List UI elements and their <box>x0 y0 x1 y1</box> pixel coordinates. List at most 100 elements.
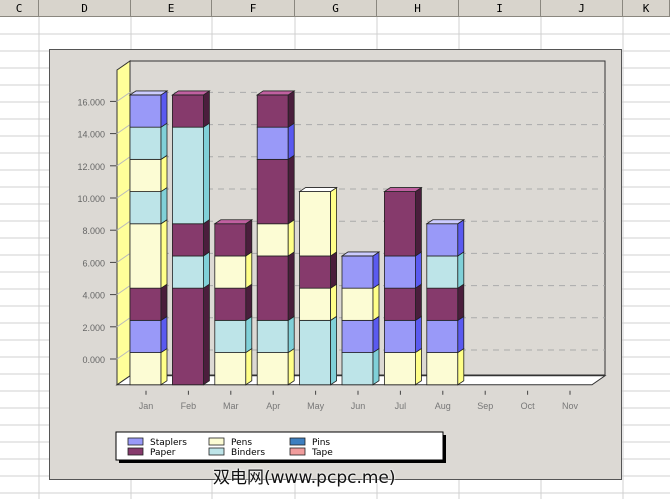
bar-side-pens <box>245 347 253 386</box>
bar-side-staplers <box>414 315 422 354</box>
bar-side-pens <box>160 219 168 289</box>
bar-side-paper <box>245 283 253 322</box>
bar-side-paper <box>414 186 422 257</box>
bar-side-staplers <box>457 219 465 257</box>
bar-side-paper <box>414 283 422 322</box>
x-tick-label: Aug <box>435 401 451 411</box>
bar-side-staplers <box>287 122 295 161</box>
stacked-bar-chart[interactable]: 0.000 2.000 4.000 6.000 8.000 10.000 12.000 14.… <box>49 49 623 480</box>
bar-segment-paper <box>214 223 247 257</box>
legend-label-staplers: Staplers <box>150 438 187 448</box>
bar-segment-pens <box>426 352 459 386</box>
bar-segment-paper <box>383 191 416 257</box>
bar-segment-paper <box>214 287 247 321</box>
bar-side-pens <box>372 283 380 322</box>
y-tick-label: 10.000 <box>77 194 105 204</box>
x-tick-label: Jun <box>351 401 366 411</box>
bar-segment-binders <box>341 352 374 386</box>
bar-segment-paper <box>172 94 204 128</box>
legend-swatch-paper <box>127 447 144 456</box>
bar-side-binders <box>372 347 380 386</box>
watermark: 双电网(www.pcpc.me) <box>213 468 396 488</box>
x-tick-label: Jul <box>395 401 407 411</box>
bar-top <box>255 90 296 96</box>
y-tick-label: 6.000 <box>82 258 105 268</box>
bar-top <box>213 219 254 225</box>
bar-segment-pens <box>214 352 247 386</box>
bar-side-pens <box>330 283 338 322</box>
bar-side-paper <box>287 90 295 128</box>
y-tick-label: 16.000 <box>77 97 105 107</box>
bar-segment-binders <box>172 255 204 289</box>
bar-side-paper <box>287 251 295 322</box>
bar-side-binders <box>287 315 295 354</box>
bar-side-paper <box>202 283 210 386</box>
bar-segment-staplers <box>383 255 416 289</box>
legend-swatch-binders <box>208 447 225 456</box>
bar-side-pens <box>287 219 295 257</box>
column-header-I[interactable]: I <box>459 0 541 17</box>
bar-segment-binders <box>172 126 204 225</box>
bar-segment-staplers <box>341 319 374 353</box>
bar-segment-staplers <box>341 255 374 289</box>
column-header-G[interactable]: G <box>295 0 377 17</box>
bar-side-paper <box>245 219 253 257</box>
bar-side-binders <box>160 122 168 161</box>
column-header-C[interactable]: C <box>0 0 39 17</box>
bar-segment-pens <box>299 191 332 257</box>
bar-segment-paper <box>426 287 459 321</box>
x-tick-label: Jan <box>139 401 154 411</box>
bar-segment-binders <box>214 319 247 353</box>
bar-segment-paper <box>129 287 162 321</box>
bar-segment-binders <box>426 255 459 289</box>
y-tick-label: 0.000 <box>82 355 105 365</box>
bar-side-pens <box>160 154 168 193</box>
bar-top <box>425 219 466 225</box>
bar-segment-paper <box>256 94 289 128</box>
bar-side-pens <box>457 347 465 386</box>
bar-segment-staplers <box>129 94 162 128</box>
bar-top <box>171 90 211 96</box>
bar-side-staplers <box>160 90 168 128</box>
column-header-K[interactable]: K <box>623 0 670 17</box>
column-header-F[interactable]: F <box>212 0 295 17</box>
bar-segment-pens <box>214 255 247 289</box>
legend-label-pins: Pins <box>312 438 330 448</box>
column-header-H[interactable]: H <box>377 0 459 17</box>
column-header-E[interactable]: E <box>131 0 212 17</box>
column-header-J[interactable]: J <box>541 0 623 17</box>
y-tick-label: 4.000 <box>82 291 105 301</box>
bar-segment-paper <box>299 255 332 289</box>
bar-side-pens <box>287 347 295 386</box>
bar-segment-staplers <box>383 319 416 353</box>
bar-segment-pens <box>129 223 162 289</box>
legend-label-binders: Binders <box>231 448 265 458</box>
bar-segment-pens <box>256 352 289 386</box>
bar-segment-paper <box>256 255 289 321</box>
bar-side-paper <box>160 283 168 322</box>
bar-segment-binders <box>129 126 162 160</box>
bar-top <box>298 187 338 192</box>
legend-swatch-pins <box>289 437 306 446</box>
bar-side-paper <box>202 90 210 128</box>
bar-segment-binders <box>299 319 332 386</box>
legend: StaplersPaper PensBinders PinsTape <box>115 431 446 463</box>
bar-side-staplers <box>414 251 422 289</box>
y-tick-label: 12.000 <box>77 162 105 172</box>
x-tick-label: Nov <box>562 401 579 411</box>
bar-side-binders <box>245 315 253 354</box>
bar-segment-staplers <box>426 319 459 353</box>
bar-segment-staplers <box>426 223 459 257</box>
bar-side-paper <box>330 251 338 289</box>
bar-segment-binders <box>129 191 162 225</box>
legend-swatch-pens <box>208 437 225 446</box>
bar-side-staplers <box>160 315 168 354</box>
bar-side-pens <box>160 347 168 386</box>
bar-side-binders <box>202 122 210 225</box>
bar-segment-paper <box>383 287 416 321</box>
bar-side-pens <box>414 347 422 386</box>
bar-side-staplers <box>372 315 380 354</box>
column-header-D[interactable]: D <box>39 0 131 17</box>
bar-segment-pens <box>383 352 416 386</box>
bar-segment-binders <box>256 319 289 353</box>
